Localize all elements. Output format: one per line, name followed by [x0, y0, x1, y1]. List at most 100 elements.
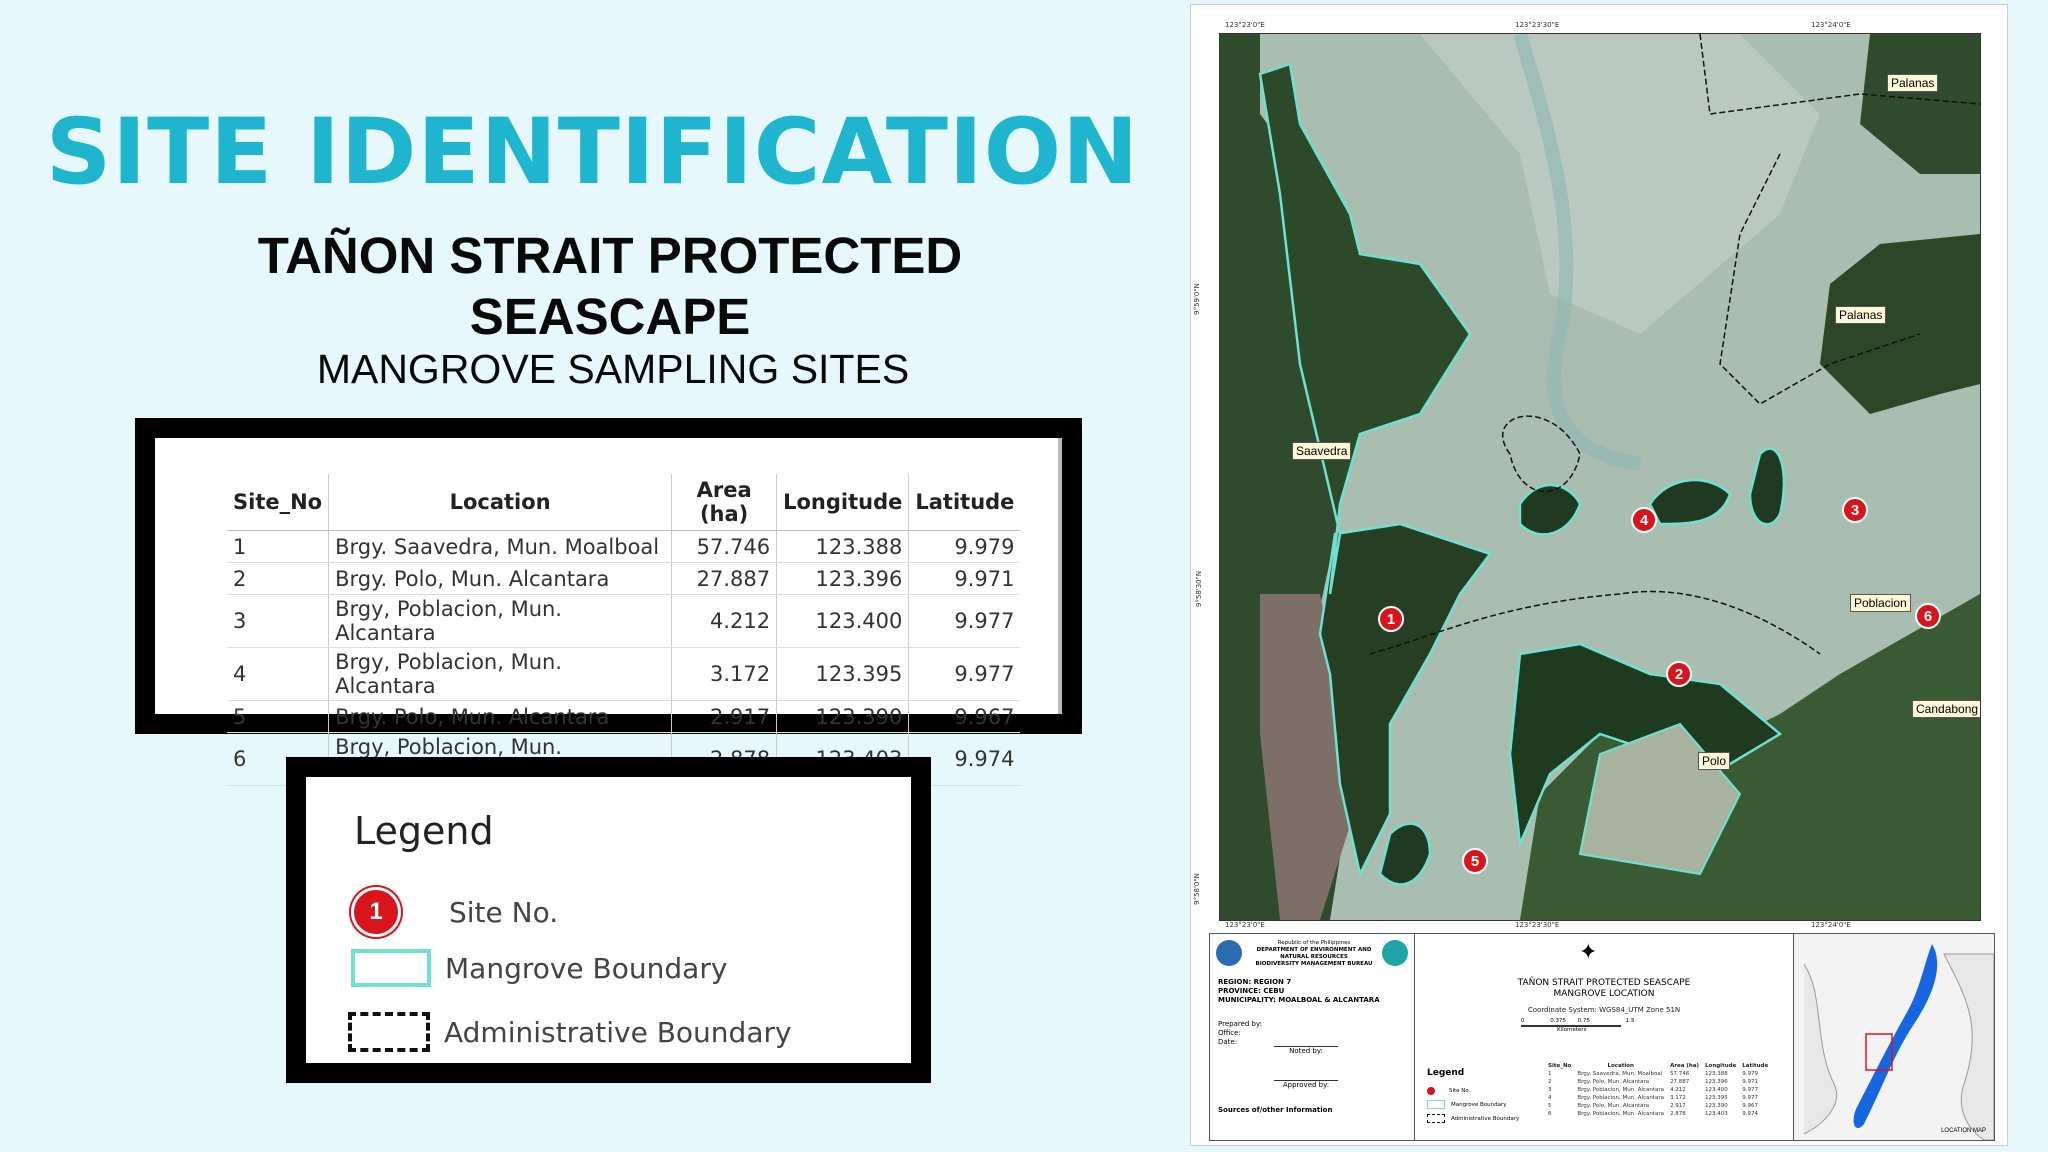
mini-row: 2 Brgy. Polo, Mun. Alcantara 27.887 123.396… — [1545, 1078, 1771, 1086]
table-row: 2 Brgy. Polo, Mun. Alcantara 27.887 123.… — [227, 562, 1021, 595]
coord-top-2: 123°23'30"E — [1515, 21, 1560, 29]
mini-cell: 123.396 — [1705, 1079, 1728, 1085]
site-pin-2[interactable]: 2 — [1666, 661, 1692, 687]
cell-area: 3.172 — [671, 647, 777, 701]
mini-row: 6 Brgy. Poblacion, Mun. Alcantara 2.878 123… — [1545, 1110, 1771, 1118]
site-marker-icon: 1 — [351, 887, 401, 937]
legend-title: Legend — [354, 809, 494, 853]
location-map-panel: LOCATION MAP — [1793, 934, 1994, 1140]
place-label-saavedra: Saavedra — [1292, 442, 1352, 460]
mini-cell: 9.979 — [1742, 1071, 1759, 1077]
mini-cell: 4 — [1548, 1095, 1552, 1101]
mini-cell: 9.977 — [1742, 1087, 1759, 1093]
map-sheet: 123°23'0"E 123°23'30"E 123°24'0"E 123°23… — [1190, 4, 2008, 1146]
site-pin-6[interactable]: 6 — [1915, 603, 1941, 629]
location-map-label: LOCATION MAP — [1941, 1128, 1986, 1134]
info-legend-admin-icon — [1427, 1114, 1445, 1123]
col-header-location: Location — [328, 474, 672, 531]
cell-longitude: 123.395 — [776, 647, 909, 701]
info-map-subtitle: MANGROVE LOCATION — [1553, 989, 1655, 999]
site-pin-3[interactable]: 3 — [1842, 497, 1868, 523]
info-legend-site: Site No. — [1449, 1088, 1471, 1094]
col-header-longitude: Longitude — [776, 474, 909, 531]
cell-longitude: 123.388 — [776, 530, 909, 563]
col-header-site-no: Site_No — [227, 474, 329, 531]
cell-location: Brgy. Polo, Mun. Alcantara — [328, 700, 672, 733]
mini-cell: 3.172 — [1670, 1095, 1686, 1101]
cell-site-no: 1 — [227, 530, 329, 563]
site-pin-4[interactable]: 4 — [1631, 507, 1657, 533]
info-date: Date: — [1218, 1038, 1238, 1046]
col-header-area: Area (ha) — [671, 474, 777, 531]
mini-cell: Brgy. Poblacion, Mun. Alcantara — [1577, 1111, 1665, 1117]
info-noted-by: Noted by: — [1274, 1046, 1338, 1055]
info-region: REGION: REGION 7 — [1218, 978, 1292, 986]
info-mini-table: Site_No Location Area (ha) Longitude Latitud… — [1545, 1062, 1771, 1118]
mini-cell: 123.403 — [1705, 1111, 1728, 1117]
site-table-inner: Site_No Location Area (ha) Longitude Lat… — [155, 438, 1062, 786]
scale-label-2: 0.75 — [1577, 1018, 1590, 1024]
info-municipality: MUNICIPALITY: MOALBOAL & ALCANTARA — [1218, 996, 1380, 1004]
place-label-polo: Polo — [1698, 752, 1731, 770]
mini-cell: Brgy. Poblacion, Mun. Alcantara — [1577, 1087, 1665, 1093]
cell-longitude: 123.400 — [776, 594, 909, 648]
neighbor-island-west — [1803, 963, 1838, 1135]
coord-top-1: 123°23'0"E — [1225, 21, 1265, 29]
site-pin-5[interactable]: 5 — [1462, 848, 1488, 874]
mini-cell: Brgy. Polo, Mun. Alcantara — [1577, 1103, 1650, 1109]
mini-cell: 2 — [1548, 1079, 1552, 1085]
north-arrow-icon: ✦ — [1579, 940, 1598, 965]
neighbor-island-east — [1943, 953, 1994, 1140]
cell-area: 2.917 — [671, 700, 777, 733]
coord-side-3: 9°58'0"N — [1192, 873, 1201, 905]
mini-cell: 4.212 — [1670, 1087, 1686, 1093]
mangrove-boundary-swatch-icon — [351, 949, 431, 987]
mini-cell: 123.395 — [1705, 1095, 1728, 1101]
bmb-logo-icon — [1382, 940, 1408, 966]
table-row: 3 Brgy, Poblacion, Mun. Alcantara 4.212 … — [227, 594, 1021, 648]
legend-panel: Legend 1 Site No. Mangrove Boundary Admi… — [286, 757, 931, 1083]
legend-mangrove-label: Mangrove Boundary — [445, 951, 728, 985]
denr-logo-icon — [1216, 940, 1242, 966]
cell-latitude: 9.971 — [908, 562, 1021, 595]
cell-longitude: 123.390 — [776, 700, 909, 733]
scale-label-1: 0.375 — [1550, 1018, 1566, 1024]
scale-label-3: 1.5 — [1625, 1018, 1635, 1024]
mini-row: 1 Brgy. Saavedra, Mun. Moalboal 57.746 123.… — [1545, 1070, 1771, 1078]
mini-cell: 27.887 — [1670, 1079, 1690, 1085]
mini-row: 4 Brgy. Poblacion, Mun. Alcantara 3.172 123… — [1545, 1094, 1771, 1102]
cell-latitude: 9.967 — [908, 700, 1021, 733]
info-province: PROVINCE: CEBU — [1218, 987, 1285, 995]
mini-cell: 9.974 — [1742, 1111, 1759, 1117]
mini-cell: 123.388 — [1705, 1071, 1728, 1077]
satellite-map[interactable]: Palanas Palanas Saavedra Poblacion Canda… — [1219, 33, 1981, 921]
info-coord-system: Coordinate System: WGS84_UTM Zone 51N — [1527, 1006, 1681, 1014]
site-table-header-row: Site_No Location Area (ha) Longitude Lat… — [227, 474, 1021, 531]
cell-latitude: 9.979 — [908, 530, 1021, 563]
cell-site-no: 3 — [227, 594, 329, 648]
mini-cell: 1 — [1548, 1071, 1552, 1077]
mini-cell: 6 — [1548, 1111, 1552, 1117]
col-header-latitude: Latitude — [908, 474, 1021, 531]
subtitle-line2: SEASCAPE — [469, 288, 751, 345]
mini-row: 3 Brgy. Poblacion, Mun. Alcantara 4.212 123… — [1545, 1086, 1771, 1094]
mini-cell: 2.878 — [1670, 1111, 1686, 1117]
site-pin-1[interactable]: 1 — [1378, 606, 1404, 632]
mini-header: Site_No — [1548, 1063, 1572, 1069]
coord-top-3: 123°24'0"E — [1811, 21, 1851, 29]
page-title: SITE IDENTIFICATION — [45, 100, 1140, 205]
mini-cell: 123.390 — [1705, 1103, 1728, 1109]
table-row: 1 Brgy. Saavedra, Mun. Moalboal 57.746 1… — [227, 530, 1021, 563]
cell-latitude: 9.977 — [908, 647, 1021, 701]
legend-row-mangrove: Mangrove Boundary — [351, 949, 727, 987]
map-graphics — [1220, 34, 1980, 920]
mini-header: Latitude — [1742, 1063, 1769, 1069]
cell-area: 4.212 — [671, 594, 777, 648]
admin-boundary-swatch-icon — [348, 1012, 430, 1052]
mini-cell: 9.977 — [1742, 1095, 1759, 1101]
site-table-panel: Site_No Location Area (ha) Longitude Lat… — [135, 418, 1082, 786]
mini-header: Location — [1607, 1063, 1634, 1069]
info-legend-title: Legend — [1427, 1068, 1465, 1078]
place-label-palanas-top: Palanas — [1887, 74, 1939, 92]
coord-side-2: 9°58'30"N — [1195, 570, 1204, 608]
